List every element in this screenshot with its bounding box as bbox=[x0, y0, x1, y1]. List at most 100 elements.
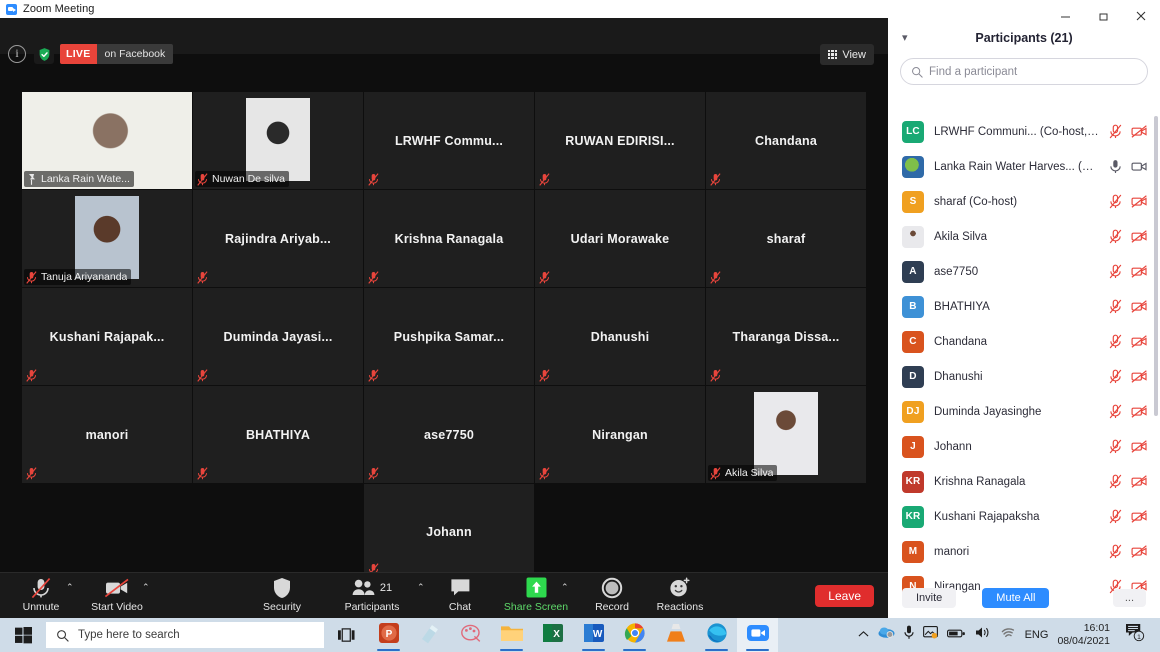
video-tile[interactable]: Tanuja Ariyananda bbox=[22, 190, 192, 287]
video-tile[interactable]: Lanka Rain Wate... bbox=[22, 92, 192, 189]
chevron-down-icon[interactable]: ▾ bbox=[902, 31, 908, 44]
taskbar-clock[interactable]: 16:01 08/04/2021 bbox=[1057, 622, 1116, 648]
battery-icon[interactable] bbox=[946, 626, 966, 644]
participant-row[interactable]: KR Krishna Ranagala bbox=[888, 464, 1160, 499]
video-tile[interactable]: sharaf bbox=[706, 190, 866, 287]
taskbar-edge-button[interactable] bbox=[696, 618, 737, 652]
taskbar-vlc-button[interactable] bbox=[655, 618, 696, 652]
view-button[interactable]: View bbox=[819, 44, 874, 65]
participant-row[interactable]: Ssharaf (Co-host) bbox=[888, 184, 1160, 219]
invite-button[interactable]: Invite bbox=[902, 588, 957, 608]
video-tile[interactable]: Johann bbox=[364, 484, 534, 579]
close-icon[interactable] bbox=[1122, 3, 1160, 29]
mic-muted-icon[interactable] bbox=[1109, 369, 1122, 384]
notification-icon[interactable]: 1 bbox=[1125, 623, 1152, 647]
taskbar-search-input[interactable]: Type here to search bbox=[46, 622, 324, 648]
mic-muted-icon[interactable] bbox=[1109, 229, 1122, 244]
video-tile[interactable]: Rajindra Ariyab... bbox=[193, 190, 363, 287]
video-tile[interactable]: LRWHF Commu... bbox=[364, 92, 534, 189]
participant-row[interactable]: DJ Duminda Jayasinghe bbox=[888, 394, 1160, 429]
display-icon[interactable] bbox=[922, 626, 938, 644]
participant-row[interactable]: Lanka Rain Water Harves... (Host) bbox=[888, 149, 1160, 184]
video-tile[interactable]: Dhanushi bbox=[535, 288, 705, 385]
windows-start-icon[interactable] bbox=[0, 618, 46, 652]
mic-muted-icon[interactable] bbox=[1109, 334, 1122, 349]
mic-muted-icon[interactable] bbox=[1109, 264, 1122, 279]
participant-row[interactable]: Mmanori bbox=[888, 534, 1160, 569]
mic-muted-icon[interactable] bbox=[1109, 544, 1122, 559]
live-streaming-badge[interactable]: LIVE on Facebook bbox=[60, 44, 174, 64]
camera-off-icon[interactable] bbox=[1131, 440, 1148, 453]
info-icon[interactable]: i bbox=[8, 45, 26, 63]
camera-off-icon[interactable] bbox=[1131, 545, 1148, 558]
taskbar-powerpoint-button[interactable]: P bbox=[368, 618, 409, 652]
video-tile[interactable]: Tharanga Dissa... bbox=[706, 288, 866, 385]
taskbar-chrome-button[interactable] bbox=[614, 618, 655, 652]
mic-muted-icon[interactable] bbox=[1109, 404, 1122, 419]
participant-row[interactable]: J Johann bbox=[888, 429, 1160, 464]
camera-icon[interactable] bbox=[1131, 160, 1148, 173]
onedrive-icon[interactable] bbox=[878, 626, 895, 644]
video-tile[interactable]: Duminda Jayasi... bbox=[193, 288, 363, 385]
mic-muted-icon[interactable] bbox=[1109, 194, 1122, 209]
camera-off-icon[interactable] bbox=[1131, 510, 1148, 523]
camera-off-icon[interactable] bbox=[1131, 405, 1148, 418]
language-indicator[interactable]: ENG bbox=[1025, 629, 1049, 641]
participants-scrollbar[interactable] bbox=[1154, 116, 1158, 416]
camera-off-icon[interactable] bbox=[1131, 370, 1148, 383]
taskbar-zoom-button[interactable] bbox=[737, 618, 778, 652]
camera-off-icon[interactable] bbox=[1131, 230, 1148, 243]
search-participant-input[interactable]: Find a participant bbox=[900, 58, 1148, 85]
shield-check-icon[interactable] bbox=[34, 44, 54, 64]
participant-row[interactable]: Akila Silva bbox=[888, 219, 1160, 254]
video-tile[interactable]: Kushani Rajapak... bbox=[22, 288, 192, 385]
video-tile[interactable]: RUWAN EDIRISI... bbox=[535, 92, 705, 189]
camera-off-icon[interactable] bbox=[1131, 300, 1148, 313]
participant-row[interactable]: D Dhanushi bbox=[888, 359, 1160, 394]
volume-icon[interactable] bbox=[975, 626, 991, 644]
microphone-icon[interactable] bbox=[903, 625, 914, 645]
video-tile[interactable]: ase7750 bbox=[364, 386, 534, 483]
video-tile[interactable]: Nirangan bbox=[535, 386, 705, 483]
more-options-button[interactable]: ... bbox=[1112, 589, 1146, 607]
toolbar-chat-button[interactable]: Chat bbox=[429, 577, 491, 617]
toolbar-security-button[interactable]: Security bbox=[251, 577, 313, 617]
participant-row[interactable]: LC LRWHF Communi... (Co-host, me) bbox=[888, 114, 1160, 149]
video-tile[interactable]: Pushpika Samar... bbox=[364, 288, 534, 385]
toolbar-reactions-button[interactable]: Reactions bbox=[649, 577, 711, 617]
task-view-icon[interactable] bbox=[324, 627, 368, 643]
mute-all-button[interactable]: Mute All bbox=[982, 588, 1050, 608]
leave-button[interactable]: Leave bbox=[815, 585, 874, 607]
chevron-up-icon[interactable]: ⌃ bbox=[417, 583, 425, 593]
participant-row[interactable]: B BHATHIYA bbox=[888, 289, 1160, 324]
toolbar-share-screen-button[interactable]: Share Screen bbox=[504, 577, 568, 617]
camera-off-icon[interactable] bbox=[1131, 265, 1148, 278]
microphone-icon[interactable] bbox=[1109, 159, 1122, 174]
camera-off-icon[interactable] bbox=[1131, 125, 1148, 138]
video-tile[interactable]: manori bbox=[22, 386, 192, 483]
video-tile[interactable]: Udari Morawake bbox=[535, 190, 705, 287]
taskbar-file-explorer-button[interactable] bbox=[491, 618, 532, 652]
participant-row[interactable]: C Chandana bbox=[888, 324, 1160, 359]
mic-muted-icon[interactable] bbox=[1109, 439, 1122, 454]
participant-row[interactable]: Aase7750 bbox=[888, 254, 1160, 289]
video-tile[interactable]: Nuwan De silva bbox=[193, 92, 363, 189]
camera-off-icon[interactable] bbox=[1131, 195, 1148, 208]
taskbar-excel-button[interactable]: X bbox=[532, 618, 573, 652]
video-tile[interactable]: Akila Silva bbox=[706, 386, 866, 483]
wifi-icon[interactable] bbox=[1000, 626, 1016, 644]
mic-muted-icon[interactable] bbox=[1109, 299, 1122, 314]
participants-list[interactable]: LC LRWHF Communi... (Co-host, me) Lanka Ra… bbox=[888, 114, 1160, 596]
chevron-up-icon[interactable]: ⌃ bbox=[561, 583, 569, 593]
taskbar-sticky-notes-button[interactable] bbox=[409, 618, 450, 652]
video-tile[interactable]: BHATHIYA bbox=[193, 386, 363, 483]
camera-off-icon[interactable] bbox=[1131, 475, 1148, 488]
maximize-icon[interactable] bbox=[1084, 3, 1122, 29]
participant-row[interactable]: KR Kushani Rajapaksha bbox=[888, 499, 1160, 534]
mic-muted-icon[interactable] bbox=[1109, 509, 1122, 524]
video-tile[interactable]: Chandana bbox=[706, 92, 866, 189]
toolbar-record-button[interactable]: Record bbox=[581, 577, 643, 617]
mic-muted-icon[interactable] bbox=[1109, 474, 1122, 489]
toolbar-start-video-button[interactable]: Start Video bbox=[86, 577, 148, 617]
minimize-icon[interactable] bbox=[1046, 3, 1084, 29]
